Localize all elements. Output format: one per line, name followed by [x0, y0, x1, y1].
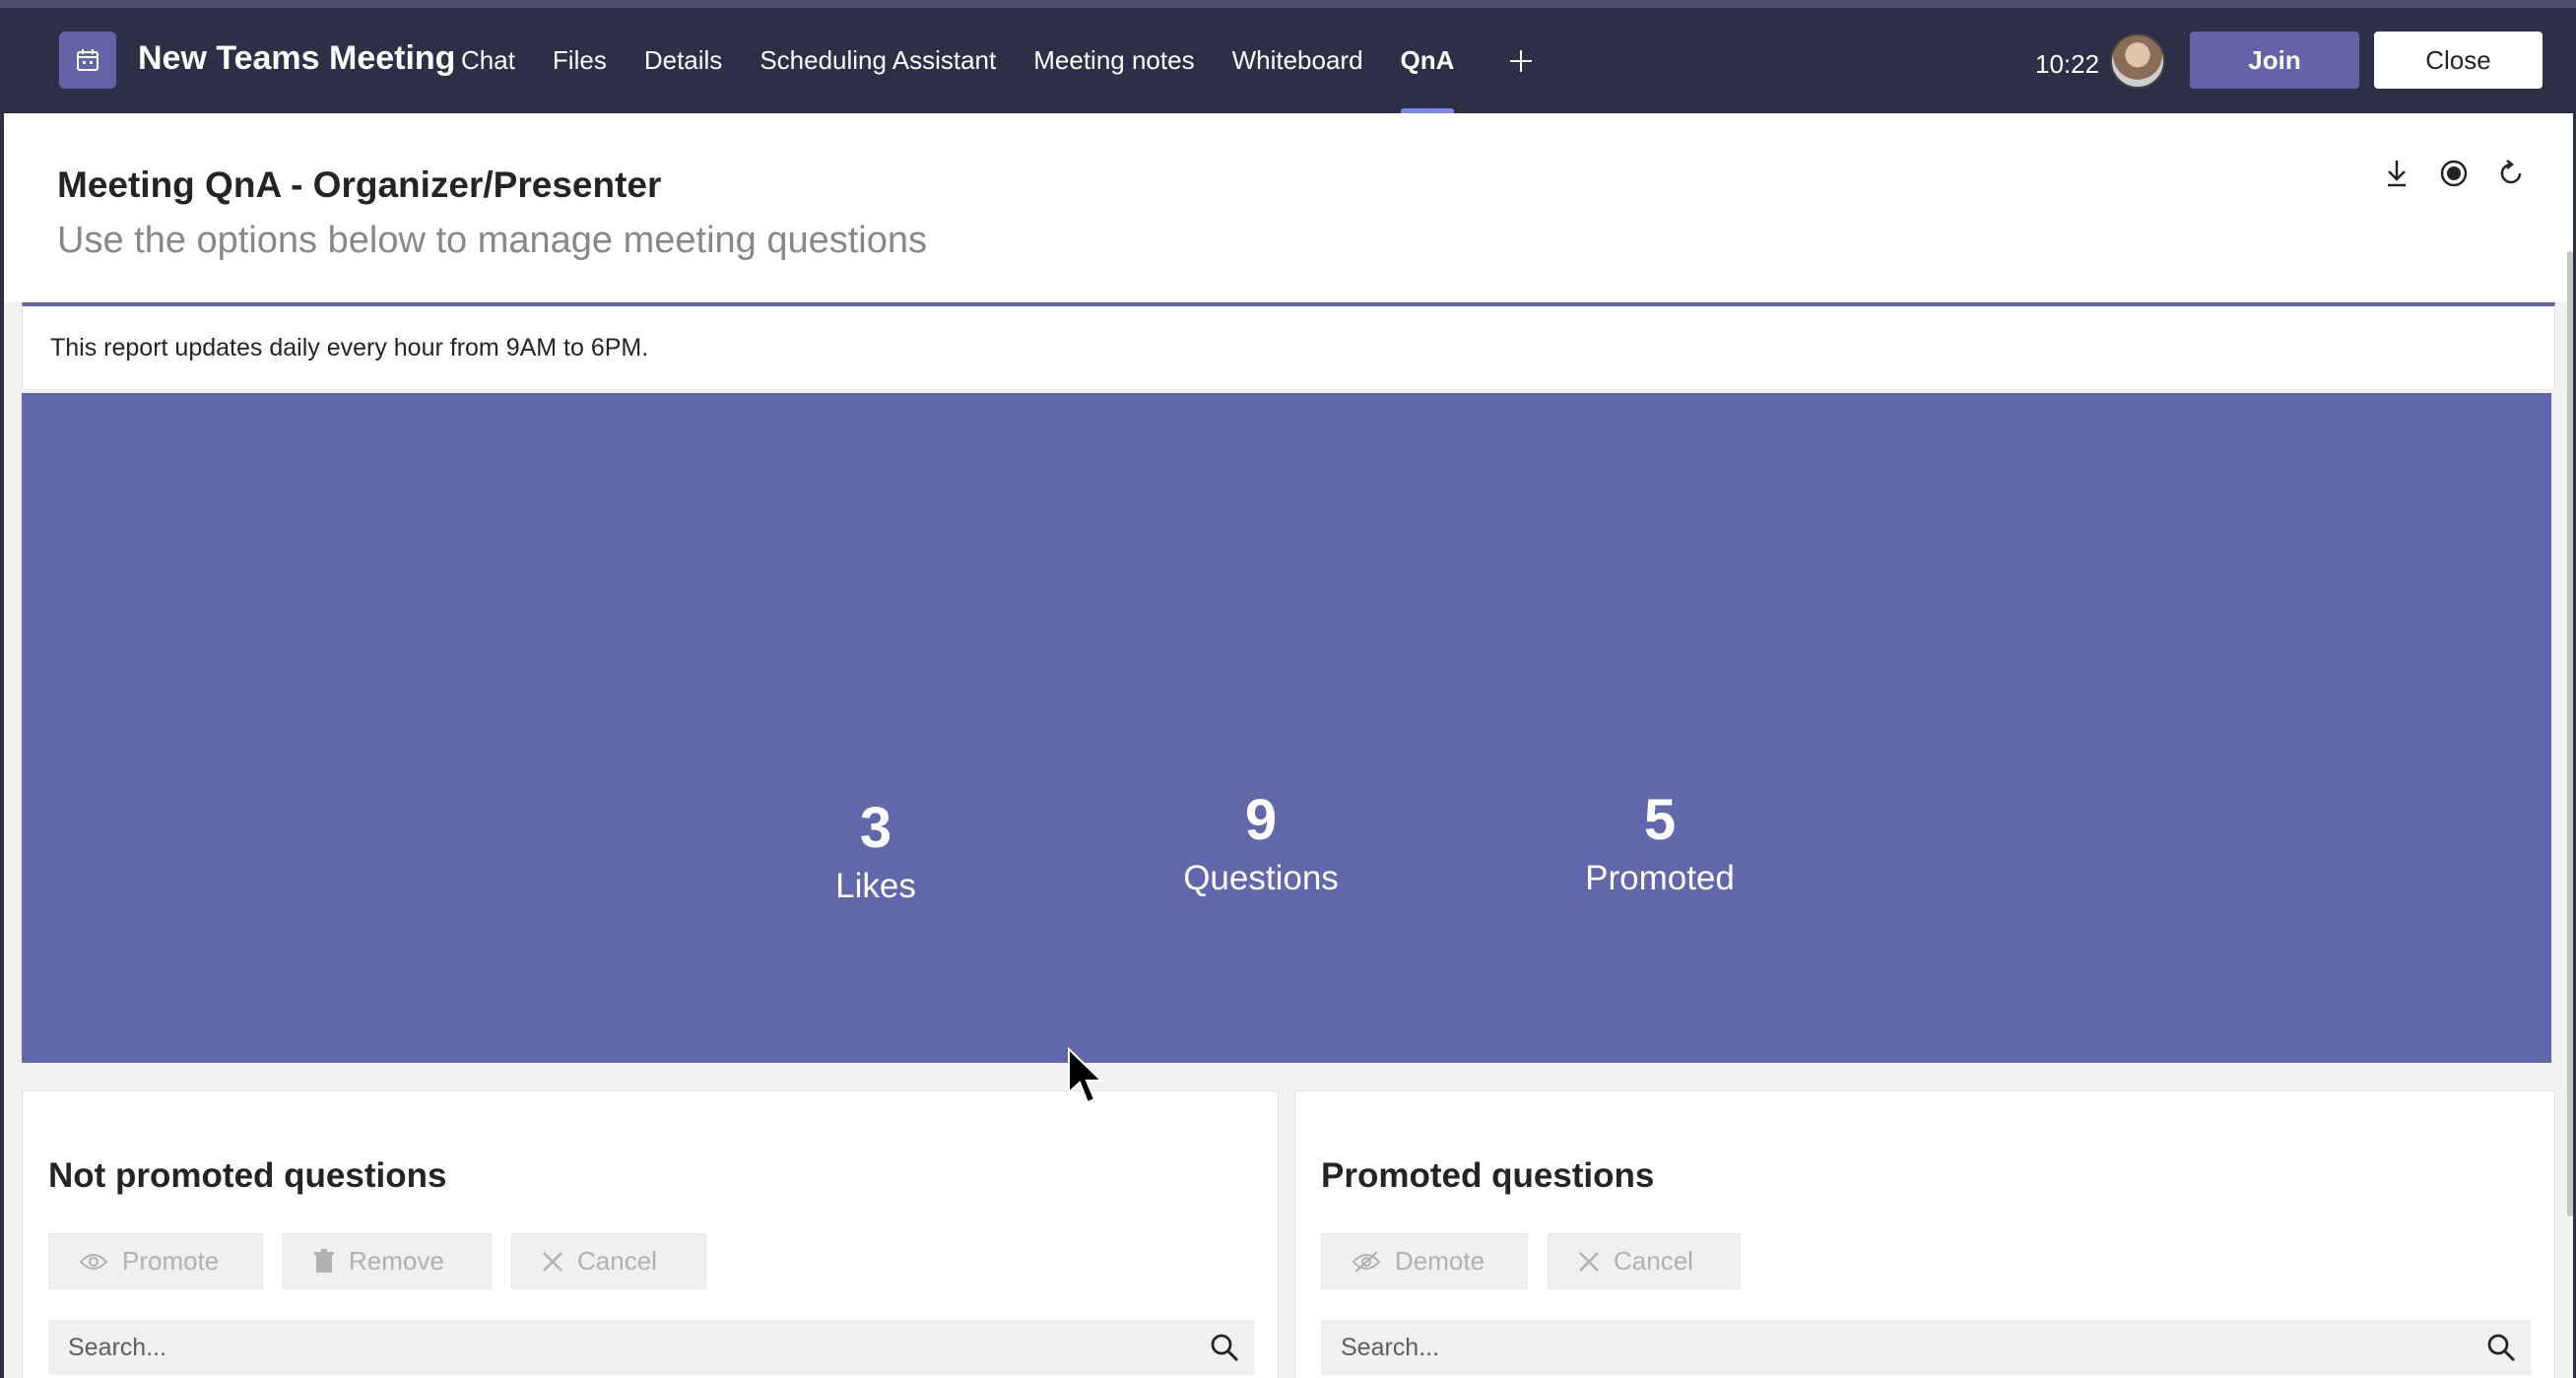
promoted-actions: Demote Cancel [1321, 1233, 1741, 1289]
tab-files[interactable]: Files [553, 8, 607, 113]
meeting-tabs: Chat Files Details Scheduling Assistant … [461, 8, 1541, 113]
page-header: Meeting QnA - Organizer/Presenter Use th… [4, 113, 2573, 302]
eye-icon [79, 1253, 108, 1270]
tab-details[interactable]: Details [644, 8, 722, 113]
download-icon[interactable] [2380, 157, 2413, 190]
close-button[interactable]: Close [2374, 32, 2543, 89]
promoted-label: Promoted [1585, 859, 1735, 897]
not-promoted-title: Not promoted questions [48, 1156, 447, 1195]
close-icon [1579, 1251, 1599, 1272]
qna-app: Meeting QnA - Organizer/Presenter Use th… [4, 113, 2573, 1378]
stat-questions: 9 Questions [1113, 787, 1409, 898]
not-promoted-cancel-button[interactable]: Cancel [511, 1233, 706, 1289]
tab-whiteboard[interactable]: Whiteboard [1232, 8, 1363, 113]
report-toolbar [2380, 157, 2528, 190]
promoted-cancel-button[interactable]: Cancel [1548, 1233, 1741, 1289]
questions-count: 9 [1244, 788, 1278, 852]
eye-off-icon [1352, 1250, 1381, 1273]
promoted-panel: Promoted questions Demote Cancel [1294, 1090, 2555, 1378]
close-icon [543, 1251, 562, 1272]
meeting-header: New Teams Meeting Chat Files Details Sch… [0, 8, 2576, 113]
join-button[interactable]: Join [2190, 32, 2359, 89]
likes-label: Likes [835, 867, 916, 905]
promoted-count: 5 [1643, 788, 1677, 852]
promoted-title: Promoted questions [1321, 1156, 1655, 1195]
avatar[interactable] [2110, 33, 2165, 89]
page-title: Meeting QnA - Organizer/Presenter [57, 164, 662, 205]
tab-chat[interactable]: Chat [461, 8, 515, 113]
likes-count: 3 [859, 796, 892, 860]
refresh-icon[interactable] [2494, 157, 2528, 190]
remove-label: Remove [349, 1246, 444, 1276]
trash-icon [314, 1248, 334, 1273]
promote-label: Promote [122, 1246, 220, 1276]
demote-button[interactable]: Demote [1321, 1233, 1528, 1289]
not-promoted-search-input[interactable] [48, 1320, 1195, 1375]
page-scrollbar[interactable] [2567, 251, 2573, 1216]
report-notice: This report updates daily every hour fro… [22, 302, 2555, 389]
notice-text: This report updates daily every hour fro… [50, 334, 649, 361]
window-top-band [0, 0, 2576, 8]
promoted-search [1321, 1320, 2531, 1375]
page-subtitle: Use the options below to manage meeting … [57, 220, 927, 261]
remove-button[interactable]: Remove [283, 1233, 492, 1289]
promoted-search-input[interactable] [1321, 1320, 2472, 1375]
not-promoted-actions: Promote Remove Cancel [48, 1233, 706, 1289]
record-icon[interactable] [2437, 157, 2471, 190]
meeting-clock: 10:22 [2035, 49, 2100, 79]
stat-likes: 3 Likes [728, 795, 1024, 906]
demote-label: Demote [1395, 1246, 1486, 1276]
not-promoted-cancel-label: Cancel [577, 1246, 657, 1276]
not-promoted-search [48, 1320, 1254, 1375]
tab-qna[interactable]: QnA [1400, 8, 1454, 113]
stats-banner: 3 Likes 9 Questions 5 Promoted [22, 393, 2551, 1063]
promote-button[interactable]: Promote [48, 1233, 263, 1289]
search-icon[interactable] [1195, 1333, 1254, 1362]
stat-promoted: 5 Promoted [1512, 787, 1808, 898]
not-promoted-panel: Not promoted questions Promote Remove Ca… [22, 1090, 1279, 1378]
add-tab-plus-icon[interactable] [1501, 41, 1541, 81]
tab-meeting-notes[interactable]: Meeting notes [1033, 8, 1194, 113]
questions-label: Questions [1183, 859, 1339, 897]
meeting-title: New Teams Meeting [138, 39, 456, 77]
promoted-cancel-label: Cancel [1614, 1246, 1693, 1276]
mouse-cursor-icon [1068, 1047, 1104, 1104]
tab-scheduling-assistant[interactable]: Scheduling Assistant [760, 8, 996, 113]
calendar-icon[interactable] [59, 32, 116, 89]
search-icon[interactable] [2472, 1333, 2531, 1362]
